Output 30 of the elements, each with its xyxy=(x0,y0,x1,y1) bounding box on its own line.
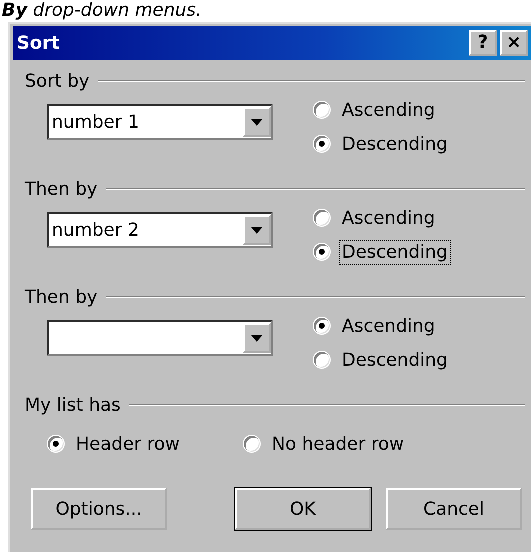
radio-label[interactable]: No header row xyxy=(269,432,408,456)
caption-text: By drop-down menus. xyxy=(1,0,203,22)
radio-label[interactable]: Descending xyxy=(339,240,451,264)
group-label: Sort by xyxy=(25,70,90,92)
radio-button[interactable] xyxy=(47,435,65,453)
window-title: Sort xyxy=(17,32,61,54)
radio-label[interactable]: Descending xyxy=(339,348,451,372)
group-label: My list has xyxy=(25,394,121,416)
help-button[interactable]: ? xyxy=(469,30,497,56)
radio-label[interactable]: Header row xyxy=(73,432,184,456)
group-label: Then by xyxy=(25,286,98,308)
dialog-button[interactable]: Cancel xyxy=(386,488,522,530)
group-label: Then by xyxy=(25,178,98,200)
radio-label[interactable]: Ascending xyxy=(339,206,438,230)
radio-button[interactable] xyxy=(313,351,331,369)
radio-label[interactable]: Descending xyxy=(339,132,451,156)
radio-label[interactable]: Ascending xyxy=(339,98,438,122)
radio-button[interactable] xyxy=(313,135,331,153)
radio-label[interactable]: Ascending xyxy=(339,314,438,338)
dialog-button[interactable]: Options... xyxy=(31,488,167,530)
radio-button[interactable] xyxy=(313,209,331,227)
dropdown-field[interactable]: number 1 xyxy=(47,104,273,140)
dropdown-field[interactable] xyxy=(47,320,273,356)
radio-button[interactable] xyxy=(313,243,331,261)
radio-button[interactable] xyxy=(313,101,331,119)
close-button[interactable]: × xyxy=(500,30,528,56)
dropdown-field[interactable]: number 2 xyxy=(47,212,273,248)
dialog-button[interactable]: OK xyxy=(235,488,371,530)
radio-button[interactable] xyxy=(243,435,262,453)
radio-button[interactable] xyxy=(313,317,331,335)
